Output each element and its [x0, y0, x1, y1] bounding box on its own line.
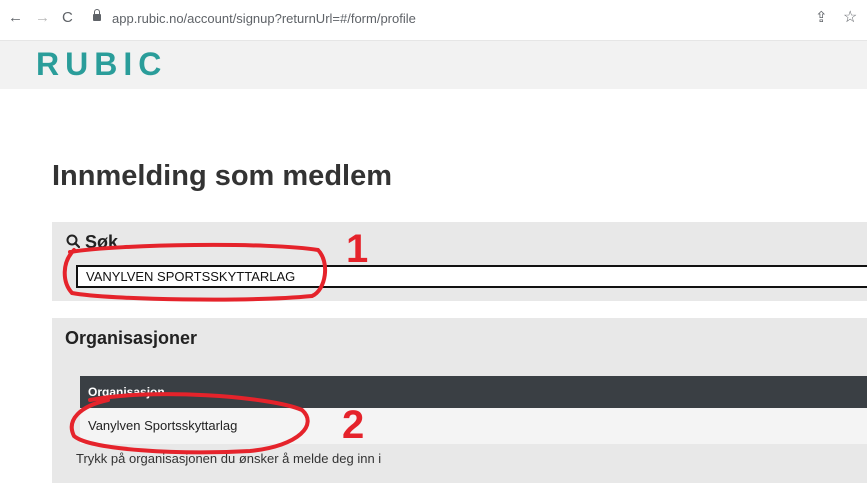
instruction-text: Trykk på organisasjonen du ønsker å meld…	[76, 451, 382, 466]
back-icon[interactable]: ←	[8, 9, 23, 26]
organisations-title: Organisasjoner	[65, 328, 198, 348]
browser-toolbar: ← → C app.rubic.no/account/signup?return…	[0, 0, 867, 41]
organisations-table: Organisasjon Vanylven Sportsskyttarlag	[80, 376, 867, 444]
share-icon[interactable]: ⇪	[815, 8, 828, 26]
address-bar[interactable]: app.rubic.no/account/signup?returnUrl=#/…	[112, 11, 416, 26]
bookmark-star-icon[interactable]: ☆	[843, 7, 857, 27]
search-panel: Søk	[52, 222, 867, 301]
rubic-logo[interactable]: RUBIC	[36, 46, 167, 83]
column-header-organisation: Organisasjon	[80, 376, 867, 408]
reload-icon[interactable]: C	[62, 9, 73, 26]
lock-icon[interactable]	[93, 9, 101, 21]
search-input[interactable]	[76, 265, 867, 288]
forward-icon[interactable]: →	[35, 9, 50, 26]
page-title: Innmelding som medlem	[52, 160, 392, 192]
organisations-panel: Organisasjoner Organisasjon Vanylven Spo…	[52, 318, 867, 483]
search-title: Søk	[85, 232, 119, 252]
site-header: RUBIC	[0, 41, 867, 89]
search-icon	[66, 234, 80, 248]
table-row[interactable]: Vanylven Sportsskyttarlag	[80, 408, 867, 444]
